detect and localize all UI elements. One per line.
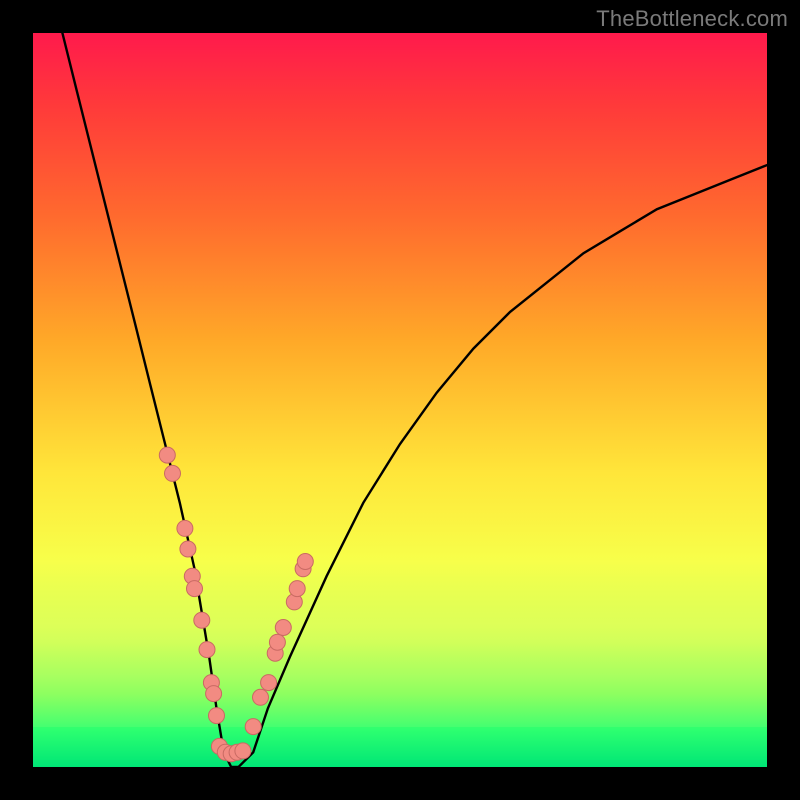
curve-marker <box>253 689 269 705</box>
chart-frame: TheBottleneck.com <box>0 0 800 800</box>
curve-marker <box>261 675 277 691</box>
bottleneck-curve <box>62 33 767 767</box>
curve-marker <box>245 719 261 735</box>
curve-marker <box>199 642 215 658</box>
curve-marker <box>180 541 196 557</box>
curve-marker <box>275 620 291 636</box>
curve-marker <box>177 520 193 536</box>
curve-marker <box>206 686 222 702</box>
plot-area <box>33 33 767 767</box>
curve-marker <box>289 581 305 597</box>
curve-marker <box>194 612 210 628</box>
attribution-text: TheBottleneck.com <box>596 6 788 32</box>
curve-marker <box>165 465 181 481</box>
curve-markers <box>159 447 313 762</box>
curve-marker <box>187 581 203 597</box>
curve-marker <box>235 743 251 759</box>
curve-marker <box>209 708 225 724</box>
curve-marker <box>269 634 285 650</box>
curve-marker <box>297 554 313 570</box>
curve-marker <box>159 447 175 463</box>
curve-layer <box>33 33 767 767</box>
